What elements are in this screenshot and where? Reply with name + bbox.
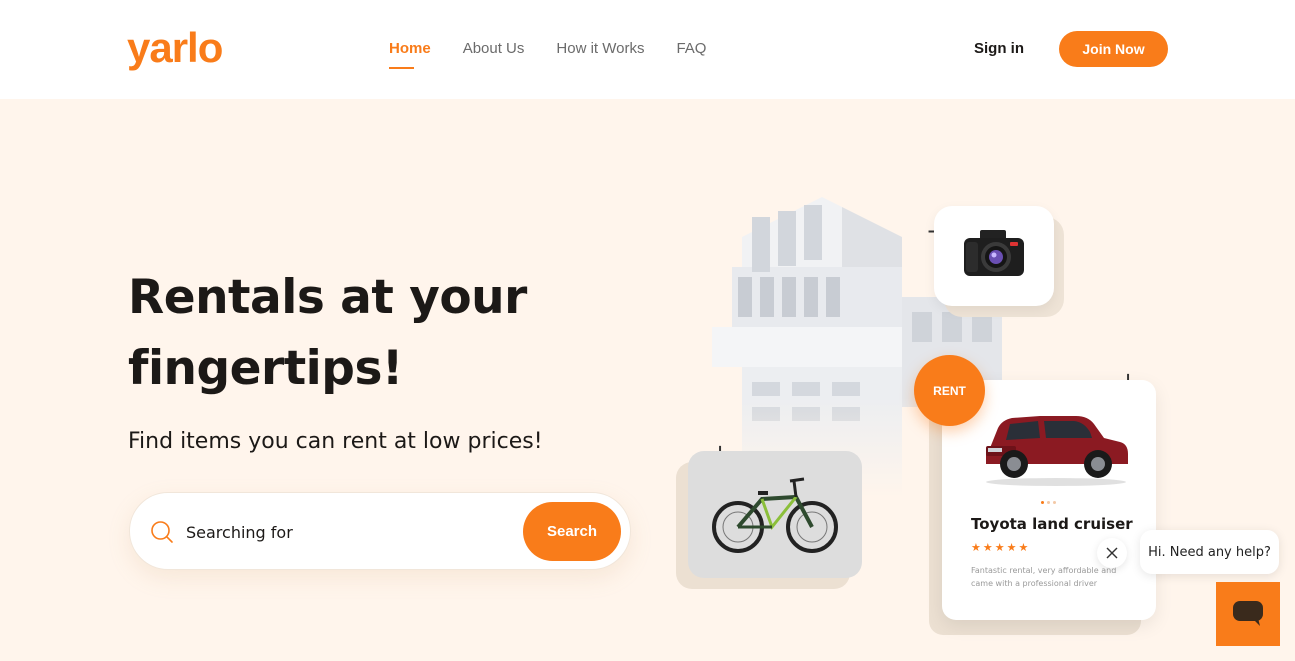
nav-home[interactable]: Home [389, 40, 431, 69]
camera-card [934, 206, 1054, 306]
search-input[interactable] [186, 519, 506, 545]
join-now-button[interactable]: Join Now [1059, 31, 1168, 67]
car-icon [986, 416, 1128, 486]
chat-greeting[interactable]: Hi. Need any help? [1140, 530, 1279, 574]
nav-how-it-works[interactable]: How it Works [556, 40, 644, 58]
rent-badge: RENT [914, 355, 985, 426]
product-title: Toyota land cruiser [971, 515, 1133, 533]
search-button[interactable]: Search [523, 502, 621, 561]
camera-icon [964, 230, 1024, 276]
close-icon [1106, 547, 1118, 559]
main-nav: Home About Us How it Works FAQ [389, 40, 706, 69]
site-header: yarlo Home About Us How it Works FAQ Sig… [0, 0, 1295, 99]
nav-about-us[interactable]: About Us [463, 40, 525, 58]
carousel-dots [1041, 501, 1056, 504]
search-icon [151, 521, 173, 543]
brand-logo[interactable]: yarlo [127, 26, 223, 70]
rating-stars: ★★★★★ [971, 541, 1031, 554]
sign-in-link[interactable]: Sign in [974, 40, 1024, 58]
hero-title: Rentals at your fingertips! [128, 270, 527, 396]
hero-subtitle: Find items you can rent at low prices! [128, 429, 543, 454]
chat-launcher-button[interactable] [1216, 582, 1280, 646]
chat-close-button[interactable] [1097, 538, 1127, 568]
bicycle-icon [712, 477, 838, 553]
nav-faq[interactable]: FAQ [676, 40, 706, 58]
bike-card [688, 451, 862, 578]
chat-icon [1233, 601, 1263, 626]
search-bar: Search [129, 492, 631, 570]
